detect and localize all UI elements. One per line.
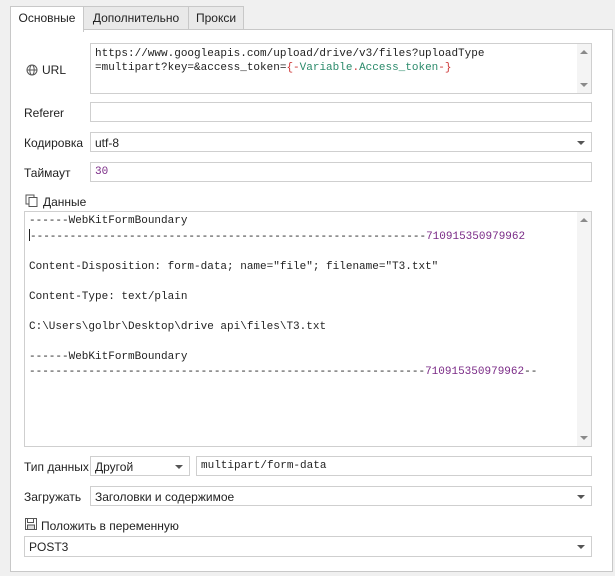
data-line-text [29,246,36,258]
url-label: URL [42,63,67,77]
chevron-down-icon [577,141,585,145]
data-line-number: 710915350979962 [425,366,525,378]
tab-main[interactable]: Основные [10,6,84,32]
save-to-select[interactable]: POST3 [24,536,592,557]
data-line-text: ----------------------------------------… [29,366,426,378]
data-type-value: Другой [95,460,134,474]
save-to-value: POST3 [29,540,69,554]
chevron-down-icon [577,495,585,499]
data-line-text: ------WebKitFormBoundary [29,215,188,227]
data-line: ------WebKitFormBoundary [29,214,537,229]
data-line [29,305,537,320]
data-line: ------WebKitFormBoundary [29,350,537,365]
data-scrollbar[interactable] [577,212,591,446]
globe-icon [26,64,38,79]
scroll-up-icon[interactable] [580,50,588,54]
content-type-input[interactable]: multipart/form-data [196,456,592,476]
data-line: ----------------------------------------… [29,229,537,245]
data-type-label: Тип данных [24,460,89,474]
settings-panel: URL https://www.googleapis.com/upload/dr… [10,29,613,572]
data-line-text: ----------------------------------------… [30,231,427,243]
data-line [29,245,537,260]
encoding-label: Кодировка [24,136,84,150]
data-line [29,335,537,350]
data-line-text: ------WebKitFormBoundary [29,351,188,363]
scroll-down-icon[interactable] [580,83,588,87]
data-line [29,275,537,290]
timeout-input[interactable]: 30 [90,162,592,182]
tab-advanced[interactable]: Дополнительно [83,6,189,30]
data-type-select[interactable]: Другой [90,456,190,476]
tab-proxy[interactable]: Прокси [188,6,244,30]
data-line-text: Content-Type: text/plain [29,291,188,303]
save-to-label: Положить в переменную [41,519,179,533]
data-body: ------WebKitFormBoundary ----------------… [29,214,537,380]
data-line: ----------------------------------------… [29,365,537,380]
chevron-down-icon [577,545,585,549]
data-line-number: 710915350979962 [426,231,526,243]
load-select[interactable]: Заголовки и содержимое [90,486,592,506]
data-line-text: Content-Disposition: form-data; name="fi… [29,261,439,273]
encoding-value: utf-8 [95,136,120,150]
data-line-text [29,306,36,318]
chevron-down-icon [175,465,183,469]
data-line-text: C:\Users\golbr\Desktop\drive api\files\T… [29,321,327,333]
data-label: Данные [43,195,87,209]
url-input[interactable]: https://www.googleapis.com/upload/drive/… [90,43,592,94]
referer-input[interactable] [90,102,592,122]
data-textarea[interactable]: ------WebKitFormBoundary ----------------… [24,211,592,447]
data-line-suffix: -- [524,366,538,378]
referer-label: Referer [24,106,65,120]
data-line-text [29,336,36,348]
timeout-value: 30 [95,166,109,178]
encoding-select[interactable]: utf-8 [90,132,592,152]
data-line: C:\Users\golbr\Desktop\drive api\files\T… [29,320,537,335]
timeout-label: Таймаут [24,166,71,180]
url-value: https://www.googleapis.com/upload/drive/… [95,48,485,74]
copy-icon [25,194,38,210]
data-line: Content-Type: text/plain [29,290,537,305]
save-icon [25,518,37,533]
data-line-text [29,276,36,288]
url-scrollbar[interactable] [577,44,591,93]
data-line: Content-Disposition: form-data; name="fi… [29,260,537,275]
scroll-down-icon[interactable] [580,436,588,440]
load-label: Загружать [24,490,82,504]
load-value: Заголовки и содержимое [95,490,235,504]
content-type-value: multipart/form-data [201,460,327,472]
scroll-up-icon[interactable] [580,218,588,222]
